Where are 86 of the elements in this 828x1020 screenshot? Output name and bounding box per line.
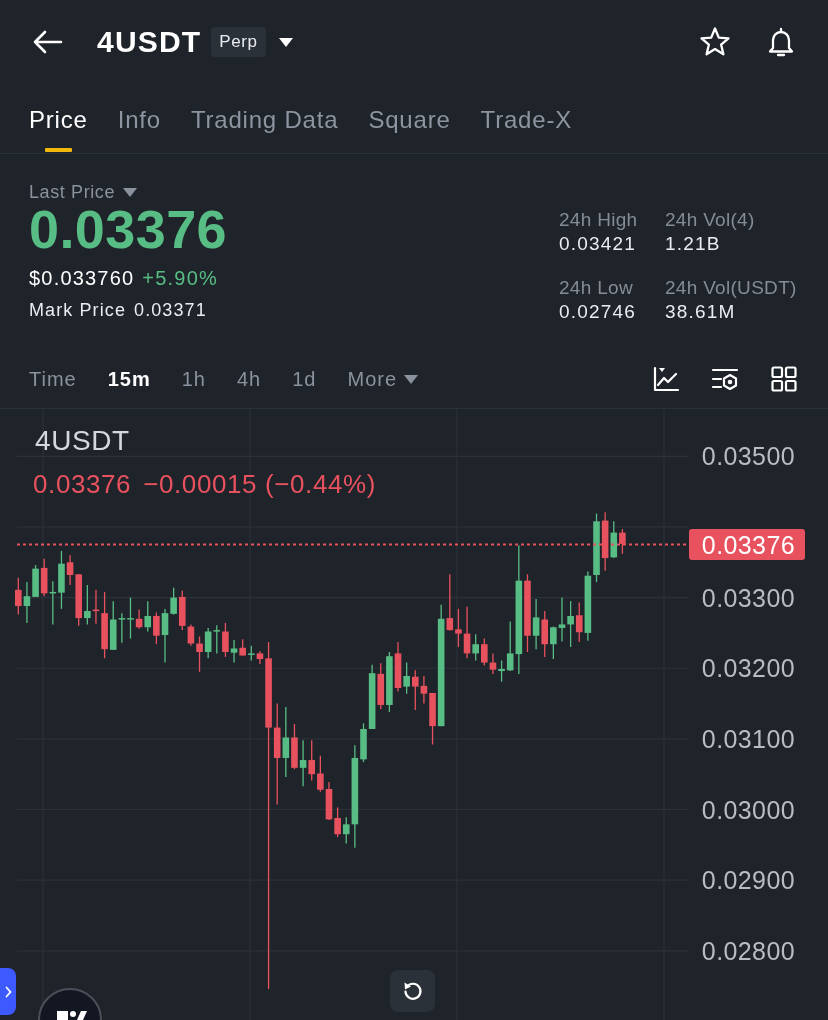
- candlestick: [403, 661, 410, 695]
- legend-change: −0.00015 (−0.44%): [143, 470, 376, 498]
- tab[interactable]: Price: [29, 106, 88, 153]
- interval-option[interactable]: 1h: [181, 366, 206, 392]
- tab[interactable]: Trading Data: [190, 106, 339, 153]
- chevron-right-icon: [4, 985, 12, 998]
- candlestick: [567, 600, 574, 648]
- pair-title: 4USDT: [97, 25, 202, 59]
- candlestick: [230, 639, 238, 664]
- stat-value: 38.61M: [665, 300, 737, 324]
- tab[interactable]: Square: [368, 106, 451, 153]
- more-intervals-dropdown[interactable]: More: [347, 366, 419, 392]
- stat-label: 24h Vol(4): [665, 208, 756, 232]
- mark-price-label: Mark Price: [29, 299, 126, 321]
- candlestick: [153, 611, 160, 645]
- candlestick: [84, 584, 91, 626]
- candlestick: [446, 573, 454, 632]
- last-price-value: 0.03376: [29, 203, 227, 255]
- reset-button[interactable]: [390, 970, 435, 1012]
- candlestick: [550, 625, 557, 660]
- price-axis-label: 0.03300: [701, 583, 795, 612]
- usd-price: $0.033760: [29, 266, 135, 291]
- logo-icon[interactable]: [38, 988, 102, 1020]
- candlestick: [170, 587, 177, 616]
- candlestick: [299, 739, 307, 787]
- candlestick: [619, 528, 626, 555]
- contract-type-tag: Perp: [211, 27, 266, 57]
- list-settings-icon[interactable]: [711, 367, 739, 391]
- chart-symbol: 4USDT: [35, 426, 130, 456]
- candlestick: [118, 612, 126, 644]
- mark-price-value: 0.03371: [134, 299, 207, 321]
- tab[interactable]: Trade-X: [480, 106, 572, 153]
- grid-icon[interactable]: [771, 366, 797, 392]
- price-change-percent: +5.90%: [142, 266, 218, 291]
- stat-value: 1.21B: [665, 232, 722, 256]
- candlestick: [558, 596, 566, 643]
- price-axis-label: 0.03200: [701, 654, 795, 683]
- candlestick: [15, 577, 22, 616]
- candlestick: [411, 669, 419, 711]
- candlestick: [213, 624, 221, 655]
- candlestick: [144, 600, 152, 633]
- side-panel-button[interactable]: [0, 968, 16, 1015]
- caret-down-icon: [404, 374, 419, 384]
- price-axis-label: 0.03500: [701, 442, 795, 471]
- candlestick: [308, 739, 316, 782]
- last-price-label[interactable]: Last Price: [29, 181, 116, 203]
- candlestick: [317, 755, 324, 793]
- reset-icon: [401, 980, 424, 1002]
- interval-option[interactable]: Time: [29, 366, 77, 392]
- candlestick: [222, 622, 229, 658]
- candlestick: [342, 816, 350, 845]
- candlestick: [161, 608, 169, 664]
- stat-value: 0.02746: [559, 300, 638, 324]
- candlestick: [472, 633, 479, 662]
- candlestick: [66, 554, 74, 586]
- candlestick: [455, 608, 462, 648]
- price-axis-label: 0.03100: [701, 724, 795, 753]
- caret-down-icon[interactable]: [278, 37, 293, 47]
- candlestick: [282, 706, 290, 778]
- stat-label: 24h Vol(USDT): [665, 276, 798, 300]
- interval-option[interactable]: 4h: [237, 366, 262, 392]
- line-chart-icon[interactable]: [653, 366, 679, 392]
- candlestick: [196, 635, 203, 673]
- candlestick: [481, 637, 488, 667]
- candlestick: [498, 659, 505, 683]
- interval-option[interactable]: 15m: [107, 366, 151, 392]
- stat-value: 0.03421: [559, 232, 638, 256]
- candlestick: [420, 675, 428, 705]
- candlestick: [23, 581, 31, 624]
- candlestick: [187, 623, 195, 647]
- candlestick: [334, 806, 341, 838]
- candlestick: [127, 596, 134, 640]
- back-arrow-icon[interactable]: [33, 30, 63, 54]
- price-axis-label: 0.02800: [701, 936, 795, 965]
- legend-price: 0.03376: [33, 470, 132, 498]
- current-price-tag: 0.03376: [689, 529, 805, 560]
- candlestick: [575, 601, 583, 643]
- stat-label: 24h High: [559, 208, 639, 232]
- candlestick: [506, 620, 514, 672]
- star-icon[interactable]: [699, 26, 731, 58]
- price-axis-label: 0.02900: [701, 866, 795, 895]
- price-axis-label: 0.03000: [701, 795, 795, 824]
- tab[interactable]: Info: [117, 106, 161, 153]
- stat-label: 24h Low: [559, 276, 634, 300]
- candlestick: [532, 598, 540, 650]
- interval-option[interactable]: 1d: [292, 366, 317, 392]
